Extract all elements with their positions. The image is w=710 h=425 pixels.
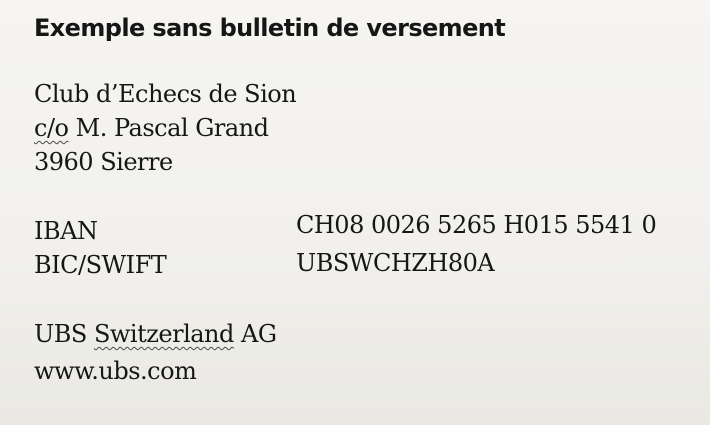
document-page: Exemple sans bulletin de versement Club … bbox=[0, 0, 710, 425]
club-name: Club d’Echecs de Sion bbox=[34, 80, 297, 108]
care-of-name: M. Pascal Grand bbox=[68, 114, 269, 142]
city-line: 3960 Sierre bbox=[34, 148, 173, 176]
bank-name-word: Switzerland bbox=[93, 320, 234, 348]
bank-name: UBS Switzerland AG bbox=[34, 320, 277, 348]
iban-value: CH08 0026 5265 H015 5541 0 bbox=[296, 211, 657, 239]
care-of-prefix: c/o bbox=[34, 114, 69, 142]
bank-name-suffix: AG bbox=[233, 320, 277, 348]
bic-value: UBSWCHZH80A bbox=[296, 249, 495, 277]
bic-label: BIC/SWIFT bbox=[34, 251, 167, 279]
bank-name-prefix: UBS bbox=[34, 320, 94, 348]
care-of-line: c/o M. Pascal Grand bbox=[34, 114, 269, 142]
document-heading: Exemple sans bulletin de versement bbox=[34, 14, 506, 42]
bank-website: www.ubs.com bbox=[34, 357, 197, 385]
iban-label: IBAN bbox=[34, 217, 98, 245]
